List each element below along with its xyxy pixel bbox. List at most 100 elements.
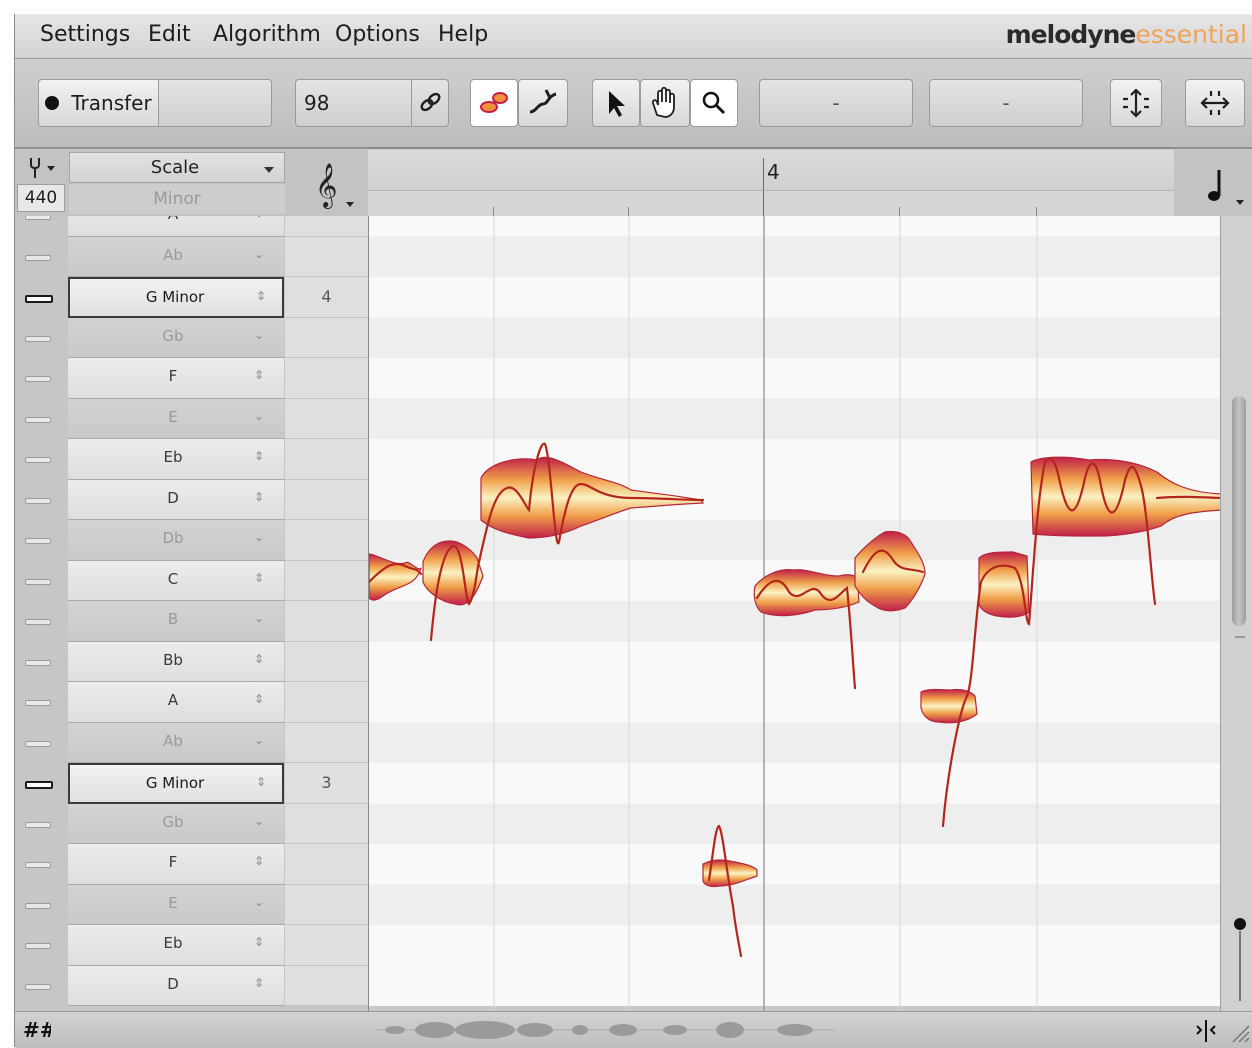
note-value-dropdown[interactable] bbox=[1204, 164, 1250, 210]
piano-key[interactable] bbox=[17, 601, 65, 642]
tuning-reference-field[interactable]: 440 bbox=[17, 184, 65, 212]
scale-note-cell[interactable]: D ⇕ bbox=[68, 965, 284, 1006]
chevron-down-icon[interactable]: ⌄ bbox=[254, 247, 264, 261]
link-button[interactable] bbox=[411, 80, 450, 126]
piano-key[interactable] bbox=[17, 480, 65, 521]
spinner-icon[interactable]: ⇕ bbox=[254, 935, 264, 949]
scale-note-cell[interactable]: Eb ⇕ bbox=[68, 439, 284, 480]
scale-note-cell[interactable]: Bb ⇕ bbox=[68, 641, 284, 682]
zoom-slider-knob[interactable] bbox=[1234, 918, 1246, 930]
scale-note-cell[interactable]: Ab ⌄ bbox=[68, 722, 284, 763]
beat-ruler bbox=[368, 190, 1174, 217]
piano-key[interactable] bbox=[17, 277, 65, 318]
menu-algorithm[interactable]: Algorithm bbox=[213, 22, 321, 47]
spinner-icon[interactable]: ⇕ bbox=[254, 368, 264, 382]
spinner-icon[interactable]: ⇕ bbox=[256, 775, 266, 789]
scroll-tool-button[interactable] bbox=[640, 79, 690, 127]
resize-grip[interactable] bbox=[1225, 1018, 1251, 1044]
spinner-icon[interactable]: ⇕ bbox=[254, 854, 264, 868]
pitch-modulation-button[interactable] bbox=[518, 79, 568, 127]
scale-note-cell[interactable]: A⇕ bbox=[68, 682, 284, 723]
chevron-down-icon[interactable]: ⌄ bbox=[254, 895, 264, 909]
zoom-tool-button[interactable] bbox=[690, 79, 738, 127]
scale-note-cell[interactable]: E ⌄ bbox=[68, 398, 284, 439]
menu-options[interactable]: Options bbox=[335, 22, 420, 47]
tempo-value[interactable]: 98 bbox=[304, 91, 329, 115]
piano-key[interactable] bbox=[17, 237, 65, 278]
piano-key[interactable] bbox=[17, 642, 65, 683]
octave-cell bbox=[285, 925, 368, 966]
scale-note-cell[interactable]: Gb ⌄ bbox=[68, 317, 284, 358]
piano-key[interactable] bbox=[17, 318, 65, 359]
scale-note-cell[interactable]: F ⇕ bbox=[68, 844, 284, 885]
scale-note-cell[interactable]: G Minor ⇕ bbox=[68, 763, 284, 804]
piano-key[interactable] bbox=[17, 885, 65, 926]
scale-note-cell[interactable]: F ⇕ bbox=[68, 358, 284, 399]
spinner-icon[interactable]: ⇕ bbox=[254, 216, 264, 220]
spinner-icon[interactable]: ⇕ bbox=[254, 449, 264, 463]
svg-text:##: ## bbox=[23, 1018, 51, 1042]
tuning-fork-button[interactable] bbox=[17, 152, 65, 182]
note-editor-canvas[interactable] bbox=[368, 216, 1221, 1011]
chevron-down-icon[interactable]: ⌄ bbox=[254, 409, 264, 423]
piano-key[interactable] bbox=[17, 804, 65, 845]
piano-key[interactable] bbox=[17, 216, 65, 237]
scale-dropdown-label: Scale bbox=[150, 157, 200, 178]
scale-note-cell[interactable]: E ⌄ bbox=[68, 884, 284, 925]
scale-note-cell[interactable]: G Minor ⇕ bbox=[68, 277, 284, 318]
piano-key[interactable] bbox=[17, 844, 65, 885]
clef-dropdown[interactable]: 𝄞 bbox=[315, 156, 359, 212]
piano-key[interactable] bbox=[17, 561, 65, 602]
scale-note-cell[interactable]: A⇕ bbox=[68, 216, 284, 237]
scale-note-cell[interactable]: C ⇕ bbox=[68, 560, 284, 601]
waveform-overview[interactable] bbox=[375, 1016, 835, 1044]
menu-edit[interactable]: Edit bbox=[148, 22, 191, 47]
spinner-icon[interactable]: ⇕ bbox=[254, 692, 264, 706]
info-field-1[interactable]: - bbox=[759, 79, 913, 127]
scale-dropdown[interactable]: Scale bbox=[69, 152, 285, 183]
zoom-slider-track[interactable] bbox=[1239, 931, 1241, 1001]
pitch-row: E ⌄ bbox=[15, 398, 368, 440]
chevron-down-icon[interactable]: ⌄ bbox=[254, 611, 264, 625]
chevron-down-icon[interactable]: ⌄ bbox=[254, 814, 264, 828]
spinner-icon[interactable]: ⇕ bbox=[254, 652, 264, 666]
piano-key[interactable] bbox=[17, 399, 65, 440]
scale-note-cell[interactable]: Ab ⌄ bbox=[68, 236, 284, 277]
piano-key[interactable] bbox=[17, 358, 65, 399]
piano-key[interactable] bbox=[17, 520, 65, 561]
time-snap-button[interactable] bbox=[1185, 79, 1245, 127]
pitch-snap-button[interactable] bbox=[1110, 79, 1162, 127]
vertical-scrollbar-thumb[interactable] bbox=[1232, 396, 1246, 626]
menu-settings[interactable]: Settings bbox=[40, 22, 130, 47]
scale-note-cell[interactable]: D ⇕ bbox=[68, 479, 284, 520]
scale-note-cell[interactable]: Db ⌄ bbox=[68, 520, 284, 561]
toggle-panel-button[interactable] bbox=[1191, 1016, 1221, 1044]
scale-note-cell[interactable]: Gb ⌄ bbox=[68, 803, 284, 844]
chevron-down-icon[interactable]: ⌄ bbox=[254, 530, 264, 544]
scale-note-cell[interactable]: Eb ⇕ bbox=[68, 925, 284, 966]
time-ruler[interactable]: 4 bbox=[368, 150, 1174, 217]
piano-key[interactable] bbox=[17, 682, 65, 723]
spinner-icon[interactable]: ⇕ bbox=[254, 976, 264, 990]
piano-key[interactable] bbox=[17, 439, 65, 480]
info-field-2[interactable]: - bbox=[929, 79, 1083, 127]
chevron-down-icon[interactable]: ⌄ bbox=[254, 328, 264, 342]
piano-key[interactable] bbox=[17, 925, 65, 966]
scale-note-cell[interactable]: B ⌄ bbox=[68, 601, 284, 642]
pitch-row: E ⌄ bbox=[15, 884, 368, 926]
pitch-row: D ⇕ bbox=[15, 479, 368, 521]
scale-note-label: Ab bbox=[163, 245, 183, 264]
key-signature-button[interactable]: ## bbox=[23, 1018, 57, 1042]
spinner-icon[interactable]: ⇕ bbox=[254, 490, 264, 504]
transfer-button[interactable]: Transfer bbox=[39, 80, 159, 126]
pitch-row: Gb ⌄ bbox=[15, 317, 368, 359]
piano-key[interactable] bbox=[17, 966, 65, 1007]
main-tool-button[interactable] bbox=[592, 79, 640, 127]
piano-key[interactable] bbox=[17, 763, 65, 804]
menu-help[interactable]: Help bbox=[438, 22, 488, 47]
pitch-tool-button[interactable] bbox=[470, 79, 518, 127]
piano-key[interactable] bbox=[17, 723, 65, 764]
spinner-icon[interactable]: ⇕ bbox=[254, 571, 264, 585]
spinner-icon[interactable]: ⇕ bbox=[256, 289, 266, 303]
chevron-down-icon[interactable]: ⌄ bbox=[254, 733, 264, 747]
